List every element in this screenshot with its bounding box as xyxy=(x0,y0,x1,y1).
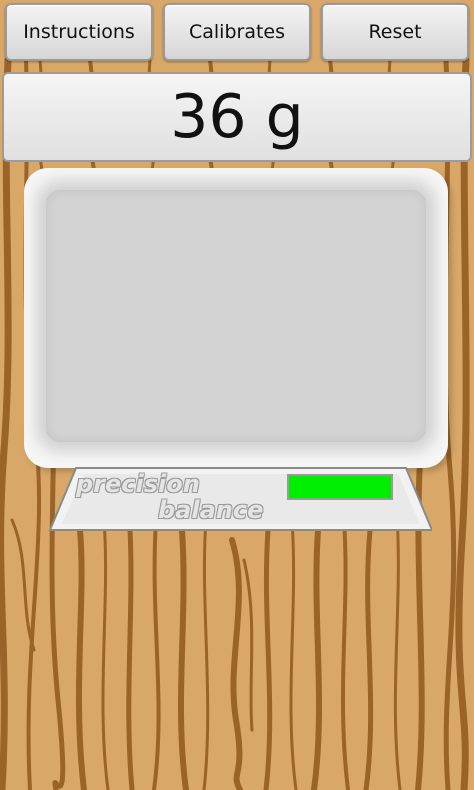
status-indicator xyxy=(287,474,393,500)
instructions-button[interactable]: Instructions xyxy=(5,3,153,61)
brand-logo: precision balance xyxy=(72,470,302,526)
weighing-surface[interactable] xyxy=(46,190,426,442)
brand-line-balance: balance xyxy=(158,496,264,524)
calibrates-button[interactable]: Calibrates xyxy=(163,3,311,61)
weight-value: 36 g xyxy=(170,82,304,152)
reset-button[interactable]: Reset xyxy=(321,3,469,61)
scale-platform[interactable] xyxy=(24,168,448,468)
weight-display: 36 g xyxy=(2,72,472,162)
brand-line-precision: precision xyxy=(76,470,200,498)
